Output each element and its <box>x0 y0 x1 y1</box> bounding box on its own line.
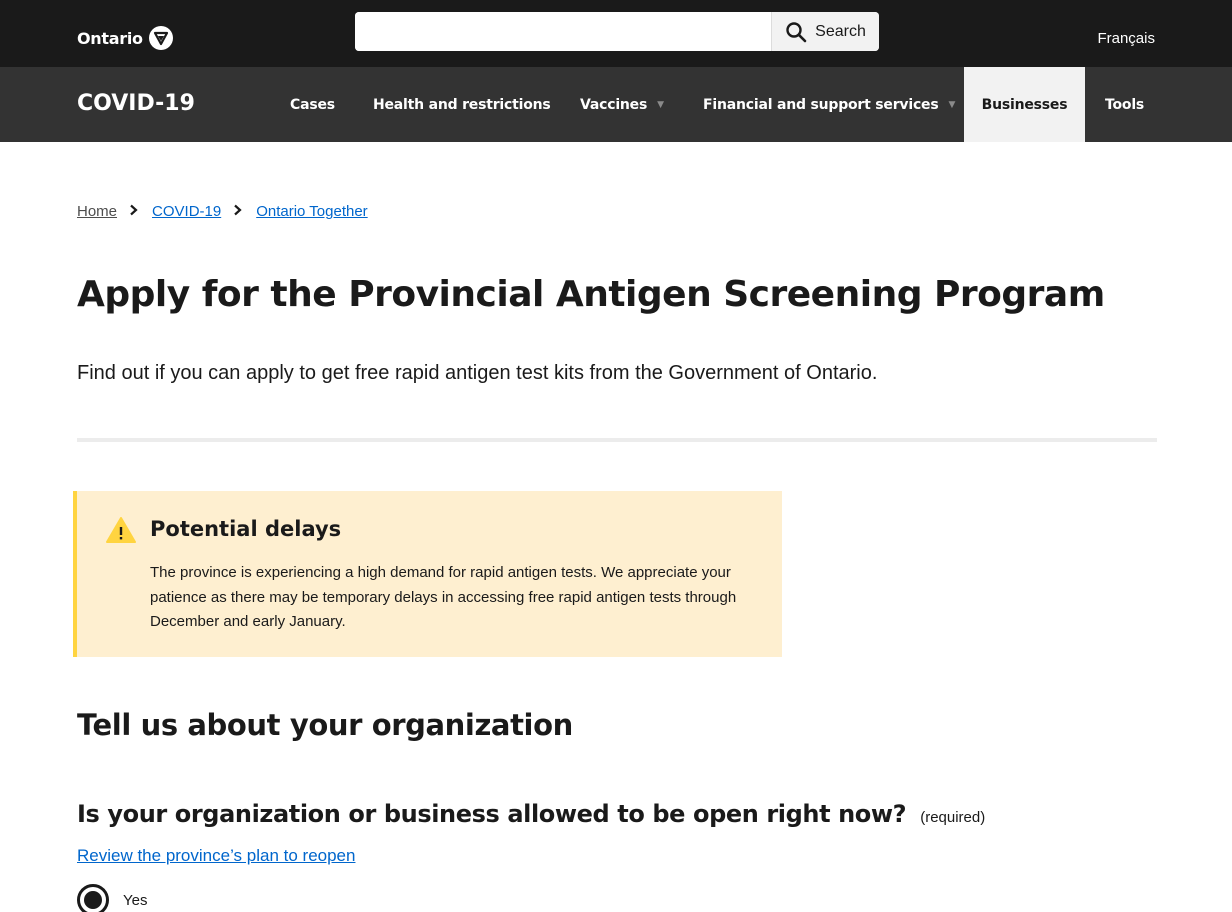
breadcrumb-covid-link[interactable]: COVID-19 <box>152 203 221 220</box>
logo-text: Ontario <box>77 28 143 48</box>
alert-body: The province is experiencing a high dema… <box>150 564 737 630</box>
question-text: Is your organization or business allowed… <box>77 800 907 828</box>
breadcrumb-ontario-together-link[interactable]: Ontario Together <box>256 203 367 220</box>
main-nav: COVID-19 Cases Health and restrictions V… <box>0 67 1232 142</box>
review-plan-link[interactable]: Review the province’s plan to reopen <box>77 846 355 866</box>
nav-item-health-and-restrictions[interactable]: Health and restrictions <box>373 67 551 142</box>
search-bar: Search <box>355 12 879 51</box>
radio-selected-dot <box>84 891 102 909</box>
chevron-right-icon <box>233 204 242 219</box>
divider <box>77 438 1157 442</box>
section-title: Tell us about your organization <box>77 708 573 742</box>
radio-option-yes[interactable]: Yes <box>77 884 147 912</box>
search-icon <box>786 21 807 42</box>
nav-item-label: Health and restrictions <box>373 96 551 113</box>
nav-item-label: Businesses <box>981 96 1068 113</box>
page-title: Apply for the Provincial Antigen Screeni… <box>77 274 1105 315</box>
search-input[interactable] <box>355 12 771 51</box>
search-button-label: Search <box>815 22 866 40</box>
breadcrumb-home-link[interactable]: Home <box>77 203 117 220</box>
nav-item-label: Vaccines <box>580 96 648 113</box>
search-button[interactable]: Search <box>771 12 879 51</box>
nav-item-vaccines[interactable]: Vaccines ▼ <box>580 67 664 142</box>
nav-item-label: Tools <box>1105 96 1145 113</box>
question: Is your organization or business allowed… <box>77 800 985 828</box>
top-bar: Ontario Search Français <box>0 0 1232 67</box>
caret-down-icon: ▼ <box>657 99 664 110</box>
nav-item-businesses[interactable]: Businesses <box>964 67 1085 142</box>
nav-item-tools[interactable]: Tools <box>1105 67 1144 142</box>
ontario-logo[interactable]: Ontario <box>77 26 173 50</box>
language-toggle-link[interactable]: Français <box>1097 30 1155 47</box>
alert-title: Potential delays <box>150 517 342 541</box>
trillium-icon <box>148 26 173 50</box>
caret-down-icon: ▼ <box>948 99 956 110</box>
nav-item-label: Financial and support services <box>703 96 939 113</box>
nav-item-label: Cases <box>290 96 335 113</box>
chevron-right-icon <box>129 204 138 219</box>
nav-item-cases[interactable]: Cases <box>290 67 335 142</box>
breadcrumb: Home COVID-19 Ontario Together <box>77 203 368 220</box>
required-label: (required) <box>920 809 986 826</box>
nav-item-financial-and-support-services[interactable]: Financial and support services ▼ <box>703 67 955 142</box>
radio-label[interactable]: Yes <box>123 892 147 909</box>
nav-brand[interactable]: COVID-19 <box>77 91 195 116</box>
warning-icon <box>106 517 136 543</box>
page-lead: Find out if you can apply to get free ra… <box>77 362 878 384</box>
radio-button[interactable] <box>77 884 109 912</box>
